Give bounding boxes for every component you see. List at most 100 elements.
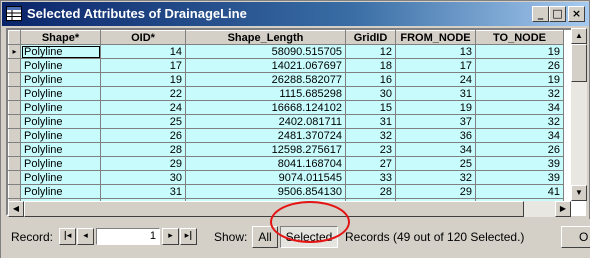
cell-oid[interactable]: 28: [100, 142, 186, 157]
cell-from-node[interactable]: 13: [395, 44, 476, 59]
cell-shape[interactable]: Polyline: [20, 170, 101, 185]
table-row[interactable]: Polyline 25 2402.081711 31 37 32: [8, 114, 564, 129]
row-selector[interactable]: [8, 72, 21, 87]
cell-oid[interactable]: 17: [100, 58, 186, 73]
column-header-to-node[interactable]: TO_NODE: [475, 30, 564, 45]
cell-to-node[interactable]: 34: [475, 100, 564, 115]
cell-oid[interactable]: 19: [100, 72, 186, 87]
cell-to-node[interactable]: 32: [475, 86, 564, 101]
cell-from-node[interactable]: 19: [395, 100, 476, 115]
cell-oid[interactable]: 22: [100, 86, 186, 101]
row-selector[interactable]: [8, 86, 21, 101]
previous-record-button[interactable]: ◂: [77, 228, 94, 245]
cell-oid[interactable]: 29: [100, 156, 186, 171]
scroll-down-button[interactable]: ▼: [571, 185, 587, 201]
scroll-right-button[interactable]: ▶: [555, 201, 571, 217]
cell-from-node[interactable]: 36: [395, 128, 476, 143]
cell-gridid[interactable]: 28: [345, 184, 396, 199]
cell-shape[interactable]: Polyline: [20, 44, 101, 59]
cell-to-node[interactable]: 34: [475, 128, 564, 143]
row-selector[interactable]: [8, 156, 21, 171]
cell-shape-length[interactable]: 12598.275617: [185, 142, 346, 157]
cell-shape-length[interactable]: 58090.515705: [185, 44, 346, 59]
cell-oid[interactable]: 26: [100, 128, 186, 143]
column-header-shape-length[interactable]: Shape_Length: [185, 30, 346, 45]
cell-shape[interactable]: Polyline: [20, 86, 101, 101]
cell-to-node[interactable]: 26: [475, 142, 564, 157]
cell-shape[interactable]: Polyline: [20, 58, 101, 73]
vertical-scroll-thumb[interactable]: [571, 44, 587, 82]
cell-from-node[interactable]: 31: [395, 86, 476, 101]
last-record-button[interactable]: ▸|: [180, 228, 197, 245]
cell-shape[interactable]: Polyline: [20, 156, 101, 171]
cell-gridid[interactable]: 16: [345, 72, 396, 87]
table-row[interactable]: Polyline 26 2481.370724 32 36 34: [8, 128, 564, 143]
table-row[interactable]: Polyline 24 16668.124102 15 19 34: [8, 100, 564, 115]
cell-oid[interactable]: 25: [100, 114, 186, 129]
row-selector[interactable]: [8, 142, 21, 157]
column-header-oid[interactable]: OID*: [100, 30, 186, 45]
cell-gridid[interactable]: 15: [345, 100, 396, 115]
title-bar[interactable]: Selected Attributes of DrainageLine _ □ …: [2, 2, 589, 26]
cell-shape-length[interactable]: 1115.685298: [185, 86, 346, 101]
row-selector[interactable]: [8, 184, 21, 199]
cell-shape[interactable]: Polyline: [20, 128, 101, 143]
cell-gridid[interactable]: 33: [345, 170, 396, 185]
table-row[interactable]: Polyline 30 9074.011545 33 32 39: [8, 170, 564, 185]
record-number-input[interactable]: 1: [96, 228, 160, 245]
cell-gridid[interactable]: 12: [345, 44, 396, 59]
cell-to-node[interactable]: 26: [475, 58, 564, 73]
cell-gridid[interactable]: 23: [345, 142, 396, 157]
row-selector[interactable]: [8, 58, 21, 73]
scroll-left-button[interactable]: ◀: [8, 201, 24, 217]
cell-from-node[interactable]: 29: [395, 184, 476, 199]
cell-oid[interactable]: 14: [100, 44, 186, 59]
cell-to-node[interactable]: 32: [475, 114, 564, 129]
table-row[interactable]: Polyline 29 8041.168704 27 25 39: [8, 156, 564, 171]
options-button[interactable]: O: [561, 226, 590, 248]
row-selector[interactable]: [8, 170, 21, 185]
close-button[interactable]: ×: [568, 6, 585, 22]
cell-to-node[interactable]: 19: [475, 44, 564, 59]
cell-oid[interactable]: 31: [100, 184, 186, 199]
maximize-button[interactable]: □: [549, 6, 566, 22]
cell-gridid[interactable]: 18: [345, 58, 396, 73]
cell-gridid[interactable]: 30: [345, 86, 396, 101]
cell-gridid[interactable]: 27: [345, 156, 396, 171]
cell-from-node[interactable]: 32: [395, 170, 476, 185]
cell-from-node[interactable]: 24: [395, 72, 476, 87]
cell-to-node[interactable]: 19: [475, 72, 564, 87]
column-header-from-node[interactable]: FROM_NODE: [395, 30, 476, 45]
row-selector[interactable]: [8, 114, 21, 129]
cell-from-node[interactable]: 34: [395, 142, 476, 157]
row-selector-header[interactable]: [8, 30, 21, 45]
minimize-button[interactable]: _: [532, 6, 549, 22]
column-header-shape[interactable]: Shape*: [20, 30, 101, 45]
cell-to-node[interactable]: 39: [475, 170, 564, 185]
cell-shape-length[interactable]: 2402.081711: [185, 114, 346, 129]
cell-shape-length[interactable]: 14021.067697: [185, 58, 346, 73]
cell-from-node[interactable]: 17: [395, 58, 476, 73]
table-row[interactable]: ▸ Polyline 14 58090.515705 12 13 19: [8, 44, 564, 59]
row-selector[interactable]: ▸: [8, 44, 21, 59]
vertical-scrollbar[interactable]: ▲ ▼: [571, 28, 587, 201]
cell-oid[interactable]: 30: [100, 170, 186, 185]
table-row[interactable]: Polyline 17 14021.067697 18 17 26: [8, 58, 564, 73]
row-selector[interactable]: [8, 128, 21, 143]
cell-from-node[interactable]: 37: [395, 114, 476, 129]
cell-shape-length[interactable]: 26288.582077: [185, 72, 346, 87]
cell-oid[interactable]: 24: [100, 100, 186, 115]
cell-shape[interactable]: Polyline: [20, 114, 101, 129]
cell-shape[interactable]: Polyline: [20, 184, 101, 199]
first-record-button[interactable]: |◂: [59, 228, 76, 245]
cell-to-node[interactable]: 41: [475, 184, 564, 199]
table-row[interactable]: Polyline 28 12598.275617 23 34 26: [8, 142, 564, 157]
column-header-gridid[interactable]: GridID: [345, 30, 396, 45]
cell-shape-length[interactable]: 16668.124102: [185, 100, 346, 115]
cell-from-node[interactable]: 25: [395, 156, 476, 171]
cell-gridid[interactable]: 32: [345, 128, 396, 143]
cell-shape[interactable]: Polyline: [20, 72, 101, 87]
table-row[interactable]: Polyline 22 1115.685298 30 31 32: [8, 86, 564, 101]
cell-shape-length[interactable]: 9506.854130: [185, 184, 346, 199]
row-selector[interactable]: [8, 100, 21, 115]
